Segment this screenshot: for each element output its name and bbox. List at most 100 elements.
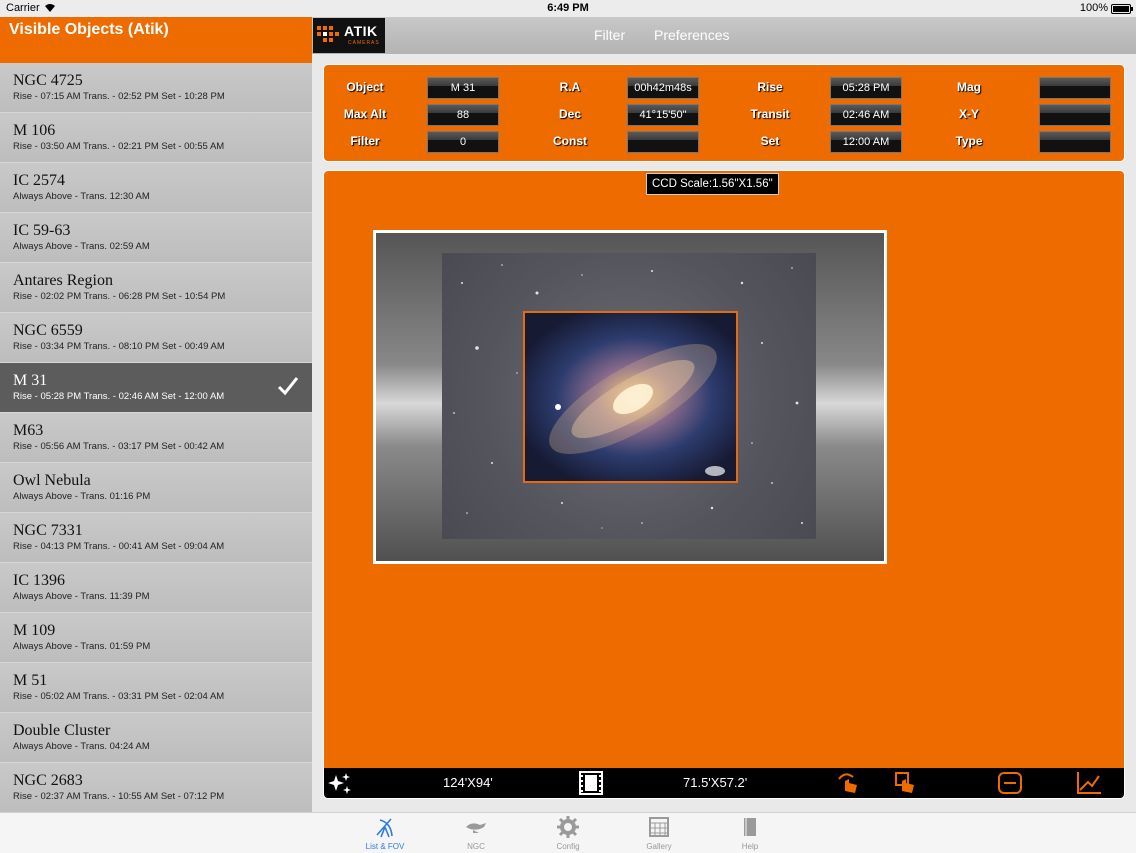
object-details: Rise - 03:34 PM Trans. - 08:10 PM Set - … xyxy=(13,341,225,352)
move-hand-icon[interactable] xyxy=(892,771,918,795)
preferences-button[interactable]: Preferences xyxy=(654,27,729,43)
list-item[interactable]: NGC 2683 Rise - 02:37 AM Trans. - 10:55 A… xyxy=(0,763,312,812)
tab-help[interactable]: Help xyxy=(715,813,785,853)
object-list[interactable]: NGC 4725 Rise - 07:15 AM Trans. - 02:52 P… xyxy=(0,63,312,812)
field-size-label: 124'X94' xyxy=(443,775,493,790)
graph-icon[interactable] xyxy=(1076,771,1102,795)
object-name: NGC 4725 xyxy=(13,72,83,89)
set-value: 12:00 AM xyxy=(830,131,902,153)
mag-value xyxy=(1039,77,1111,99)
list-item[interactable]: IC 2574 Always Above - Trans. 12:30 AM xyxy=(0,163,312,213)
list-item[interactable]: NGC 7331 Rise - 04:13 PM Trans. - 00:41 A… xyxy=(0,513,312,563)
status-time: 6:49 PM xyxy=(547,2,589,14)
tab-bar: List & FOV NGC Config Gallery Help xyxy=(0,812,1136,853)
book-icon xyxy=(744,818,756,836)
object-details: Rise - 05:02 AM Trans. - 03:31 PM Set - … xyxy=(13,691,225,702)
field-of-view-frame[interactable] xyxy=(373,230,887,564)
list-title: Visible Objects (Atik) xyxy=(9,21,169,38)
gear-icon xyxy=(557,816,579,838)
rotate-hand-icon[interactable] xyxy=(835,771,861,795)
rise-value: 05:28 PM xyxy=(830,77,902,99)
logo-sub: CAMERAS xyxy=(348,40,380,46)
list-item[interactable]: M 106 Rise - 03:50 AM Trans. - 02:21 PM S… xyxy=(0,113,312,163)
atik-logo: ATIK CAMERAS xyxy=(313,18,385,53)
object-details: Always Above - Trans. 12:30 AM xyxy=(13,191,150,202)
xy-label: X-Y xyxy=(958,107,979,121)
const-label: Const xyxy=(553,134,587,148)
object-name: M 109 xyxy=(13,622,56,639)
object-value: M 31 xyxy=(427,77,499,99)
maxalt-value: 88 xyxy=(427,104,499,126)
object-name: NGC 6559 xyxy=(13,322,83,339)
list-item[interactable]: M 109 Always Above - Trans. 01:59 PM xyxy=(0,613,312,663)
object-name: M 106 xyxy=(13,122,56,139)
sparkle-icon[interactable] xyxy=(327,771,353,795)
filter-button[interactable]: Filter xyxy=(594,27,625,43)
status-bar: Carrier 6:49 PM 100% xyxy=(0,0,1136,17)
list-item[interactable]: NGC 6559 Rise - 03:34 PM Trans. - 08:10 P… xyxy=(0,313,312,363)
list-item[interactable]: Owl Nebula Always Above - Trans. 01:16 PM xyxy=(0,463,312,513)
maxalt-label: Max Alt xyxy=(343,107,387,121)
battery-percent: 100% xyxy=(1079,2,1108,14)
tab-label: Help xyxy=(741,842,759,851)
object-details: Rise - 02:37 AM Trans. - 10:55 AM Set - … xyxy=(13,791,225,802)
tab-list-fov[interactable]: List & FOV xyxy=(350,813,420,853)
object-name: NGC 2683 xyxy=(13,772,83,789)
telescope-icon xyxy=(376,818,393,838)
object-details: Always Above - Trans. 02:59 AM xyxy=(13,241,150,252)
film-icon[interactable] xyxy=(578,771,604,795)
object-details: Always Above - Trans. 01:59 PM xyxy=(13,641,151,652)
tab-label: List & FOV xyxy=(365,842,405,851)
transit-value: 02:46 AM xyxy=(830,104,902,126)
transit-label: Transit xyxy=(750,107,790,121)
ra-value: 00h42m48s xyxy=(627,77,699,99)
object-label: Object xyxy=(346,80,384,94)
set-label: Set xyxy=(760,134,780,148)
list-item[interactable]: M 31 Rise - 05:28 PM Trans. - 02:46 AM Se… xyxy=(0,363,312,413)
object-name: M 51 xyxy=(13,672,48,689)
object-name: IC 2574 xyxy=(13,172,65,189)
object-name: IC 1396 xyxy=(13,572,65,589)
list-item[interactable]: M 51 Rise - 05:02 AM Trans. - 03:31 PM Se… xyxy=(0,663,312,713)
type-value xyxy=(1039,131,1111,153)
object-details: Rise - 04:13 PM Trans. - 00:41 AM Set - … xyxy=(13,541,225,552)
tab-label: Gallery xyxy=(646,842,672,851)
list-item[interactable]: IC 59-63 Always Above - Trans. 02:59 AM xyxy=(0,213,312,263)
filter-value: 0 xyxy=(427,131,499,153)
type-label: Type xyxy=(955,134,983,148)
object-name: IC 59-63 xyxy=(13,222,71,239)
object-name: Double Cluster xyxy=(13,722,111,739)
fov-toolbar: 124'X94' 71.5'X57.2' xyxy=(324,768,1124,798)
list-item[interactable]: M63 Rise - 05:56 AM Trans. - 03:17 PM Set… xyxy=(0,413,312,463)
calendar-grid-icon xyxy=(649,817,669,837)
tab-ngc[interactable]: NGC xyxy=(441,813,511,853)
list-item[interactable]: IC 1396 Always Above - Trans. 11:39 PM xyxy=(0,563,312,613)
checkmark-icon xyxy=(277,377,299,396)
sensor-fov-box[interactable] xyxy=(523,311,738,483)
object-details: Rise - 05:28 PM Trans. - 02:46 AM Set - … xyxy=(13,391,225,402)
rise-label: Rise xyxy=(757,80,783,94)
battery-icon xyxy=(1111,4,1133,14)
ccd-scale-label: CCD Scale:1.56"X1.56" xyxy=(646,173,779,195)
object-details: Rise - 07:15 AM Trans. - 02:52 PM Set - … xyxy=(13,91,225,102)
tab-config[interactable]: Config xyxy=(533,813,603,853)
list-item[interactable]: Double Cluster Always Above - Trans. 04:2… xyxy=(0,713,312,763)
tab-gallery[interactable]: Gallery xyxy=(624,813,694,853)
object-name: Antares Region xyxy=(13,272,113,289)
list-header: Visible Objects (Atik) xyxy=(0,17,312,63)
object-details: Rise - 02:02 PM Trans. - 06:28 PM Set - … xyxy=(13,291,226,302)
sensor-size-label: 71.5'X57.2' xyxy=(683,775,748,790)
object-details: Rise - 05:56 AM Trans. - 03:17 PM Set - … xyxy=(13,441,225,452)
galaxy-graphic xyxy=(549,344,725,476)
list-item[interactable]: Antares Region Rise - 02:02 PM Trans. - 0… xyxy=(0,263,312,313)
object-details: Always Above - Trans. 01:16 PM xyxy=(13,491,151,502)
object-details: Rise - 03:50 AM Trans. - 02:21 PM Set - … xyxy=(13,141,225,152)
list-item[interactable]: NGC 4725 Rise - 07:15 AM Trans. - 02:52 P… xyxy=(0,63,312,113)
tab-label: Config xyxy=(556,842,580,851)
zoom-out-icon[interactable] xyxy=(997,771,1023,795)
ra-label: R.A xyxy=(559,80,581,94)
object-name: Owl Nebula xyxy=(13,472,91,489)
object-name: M 31 xyxy=(13,372,48,389)
dec-value: 41°15'50" xyxy=(627,104,699,126)
xy-value xyxy=(1039,104,1111,126)
